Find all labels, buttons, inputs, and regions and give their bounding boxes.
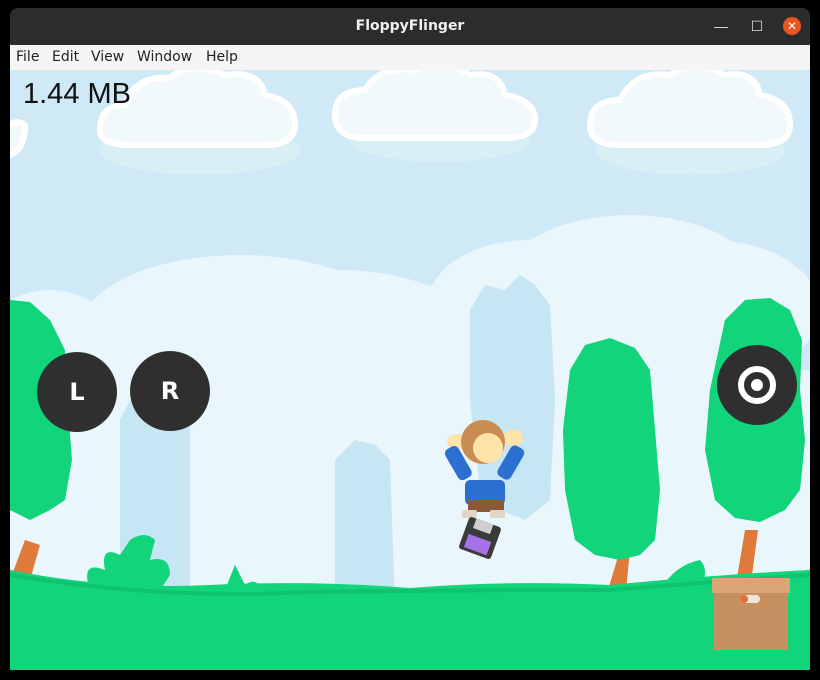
goal-box — [712, 578, 790, 650]
score-display: 1.44 MB — [23, 78, 131, 110]
menu-view[interactable]: View — [91, 49, 124, 65]
menu-file[interactable]: File — [16, 49, 39, 65]
maximize-button[interactable]: ☐ — [748, 17, 766, 35]
title-bar[interactable]: FloppyFlinger — ☐ ✕ — [10, 8, 810, 45]
left-control-button[interactable]: L — [37, 352, 117, 432]
menu-help[interactable]: Help — [206, 49, 238, 65]
action-control-button[interactable] — [717, 345, 797, 425]
menu-window[interactable]: Window — [137, 49, 192, 65]
close-button[interactable]: ✕ — [783, 17, 801, 35]
right-control-button[interactable]: R — [130, 351, 210, 431]
menu-bar: File Edit View Window Help — [10, 45, 810, 71]
minimize-button[interactable]: — — [712, 17, 730, 35]
app-window: FloppyFlinger — ☐ ✕ File Edit View Windo… — [10, 8, 810, 670]
menu-edit[interactable]: Edit — [52, 49, 79, 65]
game-canvas[interactable]: 1.44 MB L R — [10, 70, 810, 670]
target-icon — [738, 366, 776, 404]
game-scene — [10, 70, 810, 670]
window-title: FloppyFlinger — [355, 18, 465, 34]
